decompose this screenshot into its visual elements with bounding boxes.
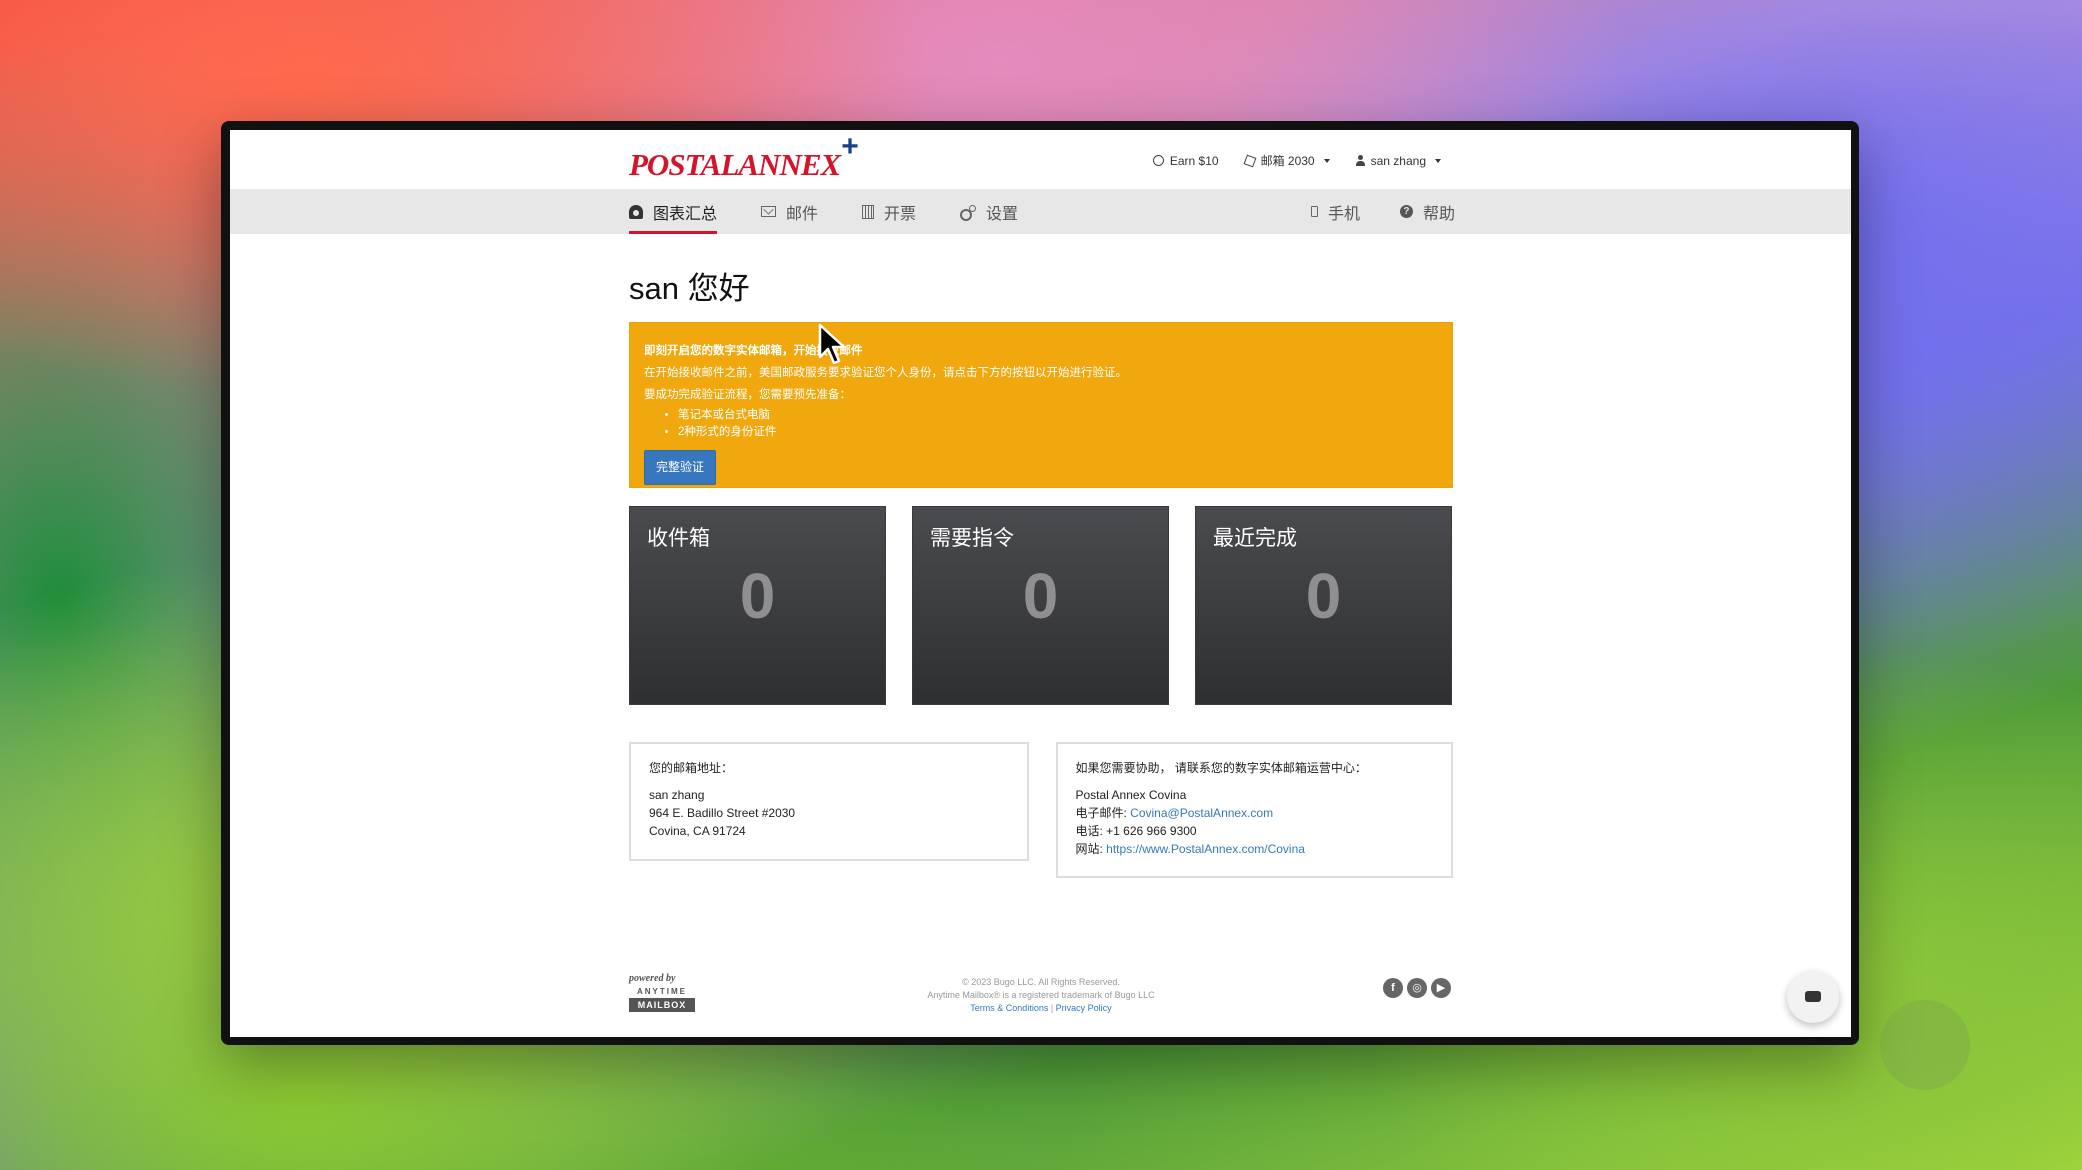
footer-legal: © 2023 Bugo LLC. All Rights Reserved. An… <box>629 976 1453 1015</box>
caret-down-icon <box>1323 158 1330 163</box>
caret-down-icon <box>1435 158 1441 163</box>
facebook-icon[interactable]: f <box>1383 978 1403 998</box>
email-label: 电子邮件: <box>1075 806 1131 820</box>
social-links: f ◎ ▶ <box>1383 978 1451 998</box>
center-name: Postal Annex Covina <box>1075 788 1187 802</box>
logo-text: POSTALANNEX <box>629 147 841 182</box>
card-heading: 如果您需要协助， 请联系您的数字实体邮箱运营中心： <box>1075 761 1367 775</box>
info-cards: 您的邮箱地址： san zhang 964 E. Badillo Street … <box>629 742 1453 878</box>
tile-recently-completed[interactable]: 最近完成 0 <box>1195 506 1452 705</box>
envelope-icon <box>761 206 777 217</box>
browser-page: POSTALANNEX + Earn $10 邮箱 2030 san zhang <box>230 130 1851 1037</box>
nav-help[interactable]: ? 帮助 <box>1399 189 1455 234</box>
nav-billing[interactable]: 开票 <box>862 189 916 234</box>
gears-icon <box>960 204 977 221</box>
trademark-text: Anytime Mailbox® is a registered tradema… <box>927 990 1155 1001</box>
privacy-link[interactable]: Privacy Policy <box>1056 1003 1112 1013</box>
email-link[interactable]: Covina@PostalAnnex.com <box>1130 806 1273 820</box>
calculator-icon <box>862 204 875 219</box>
address-street: 964 E. Badillo Street #2030 <box>649 806 796 820</box>
user-icon <box>1355 155 1365 166</box>
nav-label: 帮助 <box>1422 205 1455 223</box>
top-links: Earn $10 邮箱 2030 san zhang <box>1152 152 1441 169</box>
verification-alert: 即刻开启您的数字实体邮箱，开始接收邮件 在开始接收邮件之前，美国邮政服务要求验证… <box>629 322 1453 488</box>
requirements-list: 笔记本或台式电脑 2种形式的身份证件 <box>678 407 1438 443</box>
tile-label: 最近完成 <box>1213 527 1297 550</box>
dashboard-icon <box>629 204 643 219</box>
alert-title: 即刻开启您的数字实体邮箱，开始接收邮件 <box>644 345 863 357</box>
tile-count: 0 <box>1305 560 1342 632</box>
alert-text: 在开始接收邮件之前，美国邮政服务要求验证您个人身份，请点击下方的按钮以开始进行验… <box>644 366 1127 379</box>
nav-mobile[interactable]: 手机 <box>1310 189 1360 234</box>
user-label: san zhang <box>1370 153 1426 168</box>
mailbox-address-card: 您的邮箱地址： san zhang 964 E. Badillo Street … <box>629 742 1029 861</box>
complete-verification-button[interactable]: 完整验证 <box>644 450 717 485</box>
nav-mail[interactable]: 邮件 <box>761 189 818 234</box>
website-label: 网站: <box>1075 842 1107 856</box>
support-center-card: 如果您需要协助， 请联系您的数字实体邮箱运营中心： Postal Annex C… <box>1055 742 1453 878</box>
copyright-text: © 2023 Bugo LLC. All Rights Reserved. <box>962 977 1120 987</box>
tile-inbox[interactable]: 收件箱 0 <box>629 506 886 705</box>
user-dropdown[interactable]: san zhang <box>1355 152 1441 169</box>
watermark-avatar <box>1880 1000 1970 1090</box>
monitor-frame: POSTALANNEX + Earn $10 邮箱 2030 san zhang <box>221 121 1859 1045</box>
footer-links: Terms & Conditions | Privacy Policy <box>629 1002 1453 1015</box>
tile-label: 需要指令 <box>930 527 1014 550</box>
postalannex-logo[interactable]: POSTALANNEX + <box>629 130 859 182</box>
tile-label: 收件箱 <box>647 527 710 550</box>
page-title: san 您好 <box>629 271 750 306</box>
nav-dashboard[interactable]: 图表汇总 <box>629 189 718 234</box>
dollar-icon <box>1152 155 1164 166</box>
website-link[interactable]: https://www.PostalAnnex.com/Covina <box>1106 842 1305 856</box>
tile-count: 0 <box>1022 560 1059 632</box>
link-separator: | <box>1048 1003 1056 1014</box>
logo-plus: + <box>841 130 859 163</box>
instagram-icon[interactable]: ◎ <box>1407 978 1427 998</box>
chat-widget-button[interactable] <box>1787 971 1839 1023</box>
mailbox-label: 邮箱 2030 <box>1260 154 1315 168</box>
nav-label: 手机 <box>1327 205 1360 223</box>
address-city: Covina, CA 91724 <box>649 824 746 838</box>
nav-label: 设置 <box>986 205 1019 223</box>
mobile-icon <box>1310 206 1318 217</box>
tile-count: 0 <box>739 560 776 632</box>
main-content: san 您好 即刻开启您的数字实体邮箱，开始接收邮件 在开始接收邮件之前，美国邮… <box>629 234 1453 878</box>
nav-label: 图表汇总 <box>653 205 718 223</box>
phone-row: 电话: +1 626 966 9300 <box>1075 824 1197 838</box>
email-row: 电子邮件: Covina@PostalAnnex.com <box>1076 804 1434 822</box>
package-icon <box>1243 154 1256 167</box>
main-nav: 图表汇总 邮件 开票 设置 手机 ? 帮助 <box>230 189 1851 234</box>
address-name: san zhang <box>649 788 705 802</box>
mailbox-dropdown[interactable]: 邮箱 2030 <box>1243 152 1330 169</box>
terms-link[interactable]: Terms & Conditions <box>970 1003 1048 1013</box>
list-item: 2种形式的身份证件 <box>678 424 1438 442</box>
website-row: 网站: https://www.PostalAnnex.com/Covina <box>1076 840 1434 858</box>
list-item: 笔记本或台式电脑 <box>678 407 1438 425</box>
help-icon: ? <box>1399 205 1413 218</box>
earn-link[interactable]: Earn $10 <box>1152 152 1219 169</box>
nav-settings[interactable]: 设置 <box>960 189 1018 234</box>
alert-text: 要成功完成验证流程，您需要预先准备： <box>644 388 851 401</box>
page-footer: powered by ANYTIME MAILBOX © 2023 Bugo L… <box>629 973 1453 1023</box>
nav-label: 邮件 <box>786 205 819 223</box>
top-header: POSTALANNEX + Earn $10 邮箱 2030 san zhang <box>230 130 1851 189</box>
stats-tiles: 收件箱 0 需要指令 0 最近完成 0 <box>629 506 1453 705</box>
earn-label: Earn $10 <box>1169 153 1219 168</box>
tile-action-required[interactable]: 需要指令 0 <box>912 506 1169 705</box>
youtube-icon[interactable]: ▶ <box>1431 978 1451 998</box>
nav-label: 开票 <box>884 205 917 223</box>
card-heading: 您的邮箱地址： <box>649 761 734 775</box>
